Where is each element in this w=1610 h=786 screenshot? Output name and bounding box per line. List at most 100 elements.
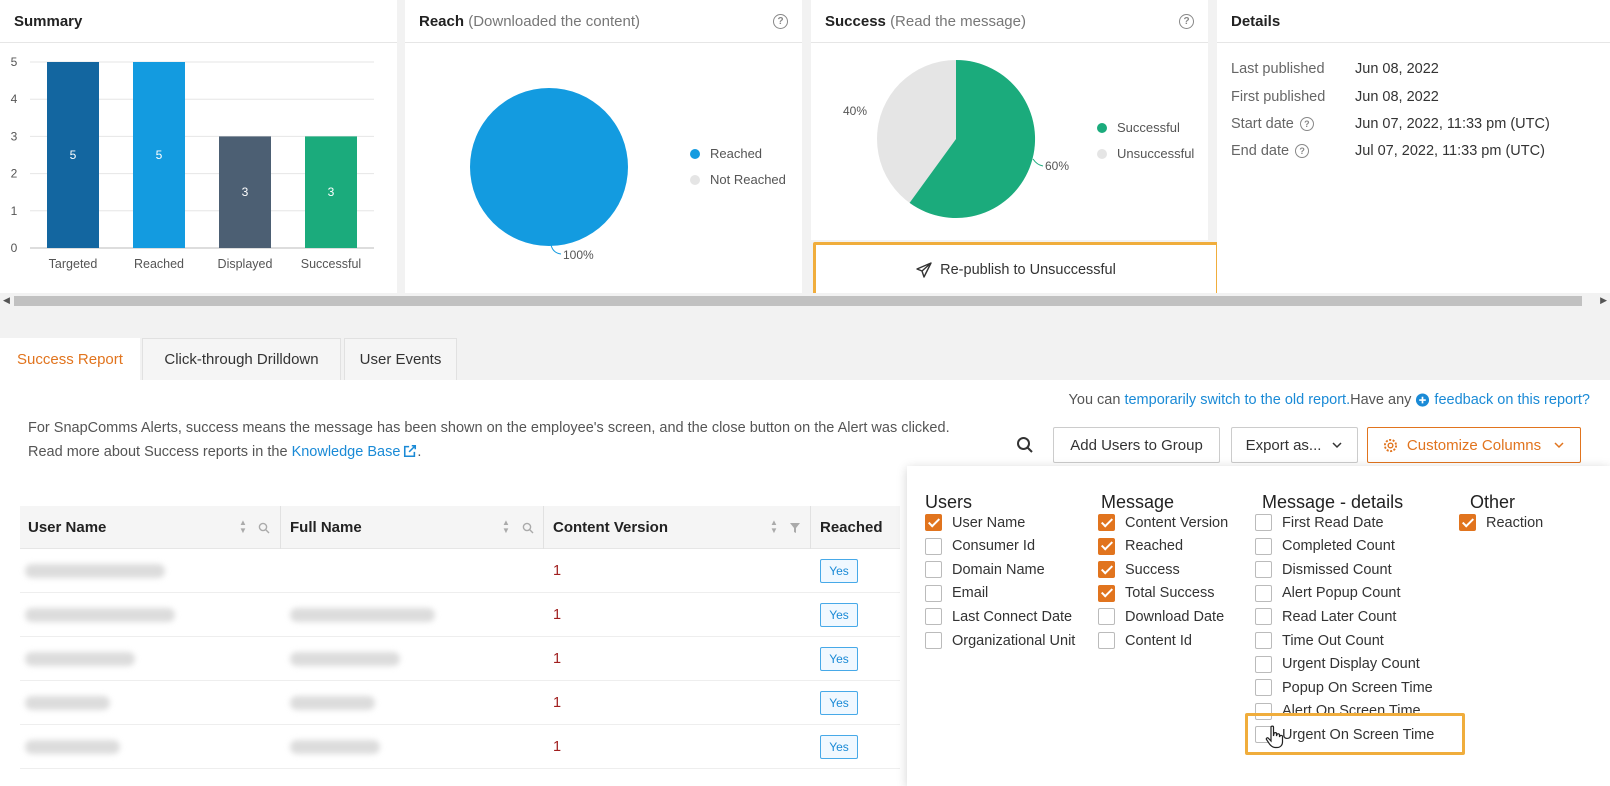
- sort-icon[interactable]: ▲ ▼: [770, 519, 778, 535]
- sort-icon[interactable]: ▲ ▼: [239, 519, 247, 535]
- column-option-domain-name[interactable]: Domain Name: [925, 561, 1045, 579]
- checkbox[interactable]: [1098, 514, 1115, 531]
- notice-text: Have any: [1350, 392, 1412, 408]
- column-option-consumer-id[interactable]: Consumer Id: [925, 537, 1036, 555]
- table-row[interactable]: 1 Yes: [20, 725, 900, 769]
- y-tick-label: 5: [11, 55, 18, 69]
- checkbox[interactable]: [1255, 608, 1272, 626]
- column-option-reaction[interactable]: Reaction: [1459, 514, 1543, 531]
- add-users-to-group-button[interactable]: Add Users to Group: [1053, 427, 1220, 463]
- checkbox[interactable]: [1098, 537, 1115, 555]
- checkbox[interactable]: [1255, 655, 1272, 673]
- full-name-cell: [290, 652, 400, 666]
- column-option-urgent-display-count[interactable]: Urgent Display Count: [1255, 655, 1420, 673]
- column-option-total-success[interactable]: Total Success: [1098, 584, 1214, 602]
- knowledge-base-link[interactable]: Knowledge Base: [292, 444, 401, 460]
- full-name-cell: [290, 696, 375, 710]
- table-row[interactable]: 1 Yes: [20, 549, 900, 593]
- checkbox[interactable]: [925, 632, 942, 649]
- customize-columns-button[interactable]: Customize Columns: [1367, 427, 1581, 463]
- search-icon[interactable]: [522, 522, 534, 534]
- scrollbar-thumb[interactable]: [14, 296, 1582, 306]
- column-option-time-out-count[interactable]: Time Out Count: [1255, 632, 1384, 649]
- column-divider[interactable]: [280, 506, 281, 549]
- column-header-full-name[interactable]: Full Name: [290, 506, 362, 549]
- column-option-organizational-unit[interactable]: Organizational Unit: [925, 632, 1075, 649]
- checkbox-label: Consumer Id: [952, 538, 1036, 555]
- column-option-content-version[interactable]: Content Version: [1098, 514, 1228, 531]
- details-row-last-published: Last published Jun 08, 2022: [1231, 61, 1439, 77]
- search-icon[interactable]: [258, 522, 270, 534]
- y-tick-label: 0: [11, 241, 18, 255]
- checkbox[interactable]: [1098, 632, 1115, 649]
- export-as-button[interactable]: Export as...: [1231, 427, 1358, 463]
- checkbox[interactable]: [925, 608, 942, 626]
- checkbox[interactable]: [1255, 514, 1272, 531]
- column-group-users-title: Users: [925, 492, 973, 512]
- table-row[interactable]: 1 Yes: [20, 593, 900, 637]
- column-divider[interactable]: [543, 506, 544, 549]
- checkbox[interactable]: [1255, 679, 1272, 697]
- checkbox[interactable]: [925, 514, 942, 531]
- x-tick-label: Successful: [301, 257, 361, 271]
- column-option-last-connect-date[interactable]: Last Connect Date: [925, 608, 1072, 626]
- column-option-content-id[interactable]: Content Id: [1098, 632, 1192, 649]
- legend-item-successful[interactable]: Successful: [1097, 120, 1180, 135]
- tab-user-events[interactable]: User Events: [344, 338, 457, 380]
- help-icon[interactable]: ?: [1179, 13, 1194, 29]
- column-option-user-name[interactable]: User Name: [925, 514, 1025, 531]
- legend-item-reached[interactable]: Reached: [690, 146, 762, 161]
- checkbox[interactable]: [1255, 632, 1272, 649]
- column-option-success[interactable]: Success: [1098, 561, 1180, 579]
- help-icon[interactable]: ?: [1295, 144, 1310, 158]
- legend-item-unsuccessful[interactable]: Unsuccessful: [1097, 146, 1194, 161]
- tab-success-report[interactable]: Success Report: [0, 338, 140, 380]
- checkbox[interactable]: [1098, 584, 1115, 602]
- scroll-right-icon[interactable]: ▶: [1600, 295, 1607, 306]
- sort-icon[interactable]: ▲ ▼: [502, 519, 510, 535]
- legend-label: Not Reached: [710, 172, 786, 187]
- horizontal-scrollbar[interactable]: ◀ ▶: [0, 293, 1610, 307]
- tab-click-through-drilldown[interactable]: Click-through Drilldown: [142, 338, 341, 380]
- column-divider[interactable]: [810, 506, 811, 549]
- column-header-reached[interactable]: Reached: [820, 506, 883, 549]
- old-report-link[interactable]: temporarily switch to the old report.: [1124, 392, 1350, 408]
- help-icon[interactable]: ?: [1299, 117, 1314, 131]
- column-option-reached[interactable]: Reached: [1098, 537, 1183, 555]
- column-option-popup-on-screen-time[interactable]: Popup On Screen Time: [1255, 679, 1433, 697]
- column-option-dismissed-count[interactable]: Dismissed Count: [1255, 561, 1392, 579]
- column-option-read-later-count[interactable]: Read Later Count: [1255, 608, 1396, 626]
- column-option-alert-popup-count[interactable]: Alert Popup Count: [1255, 584, 1401, 602]
- content-version-cell: 1: [553, 563, 562, 579]
- table-row[interactable]: 1 Yes: [20, 637, 900, 681]
- checkbox-label: Download Date: [1125, 608, 1225, 625]
- legend-item-not-reached[interactable]: Not Reached: [690, 172, 786, 187]
- search-icon[interactable]: [1016, 436, 1034, 454]
- column-option-email[interactable]: Email: [925, 584, 988, 602]
- filter-icon[interactable]: [789, 522, 801, 534]
- checkbox[interactable]: [1459, 514, 1476, 531]
- external-link-icon[interactable]: [403, 444, 417, 458]
- column-header-content-version[interactable]: Content Version: [553, 506, 668, 549]
- republish-button[interactable]: Re-publish to Unsuccessful: [813, 242, 1219, 298]
- checkbox[interactable]: [925, 561, 942, 579]
- checkbox[interactable]: [925, 584, 942, 602]
- column-option-completed-count[interactable]: Completed Count: [1255, 537, 1395, 555]
- scroll-left-icon[interactable]: ◀: [3, 295, 10, 306]
- column-option-first-read-date[interactable]: First Read Date: [1255, 514, 1384, 531]
- checkbox[interactable]: [1098, 608, 1115, 626]
- column-header-label: Content Version: [553, 519, 669, 536]
- feedback-link[interactable]: feedback on this report?: [1434, 392, 1590, 408]
- checkbox[interactable]: [925, 537, 942, 555]
- x-tick-label: Targeted: [49, 257, 98, 271]
- success-header: Success (Read the message) ?: [811, 0, 1208, 43]
- checkbox[interactable]: [1255, 537, 1272, 555]
- table-row[interactable]: 1 Yes: [20, 681, 900, 725]
- column-option-download-date[interactable]: Download Date: [1098, 608, 1225, 626]
- column-header-user-name[interactable]: User Name: [28, 506, 106, 549]
- checkbox[interactable]: [1098, 561, 1115, 579]
- checkbox[interactable]: [1255, 561, 1272, 579]
- help-icon[interactable]: ?: [773, 13, 788, 29]
- checkbox[interactable]: [1255, 584, 1272, 602]
- details-header: Details: [1217, 0, 1610, 43]
